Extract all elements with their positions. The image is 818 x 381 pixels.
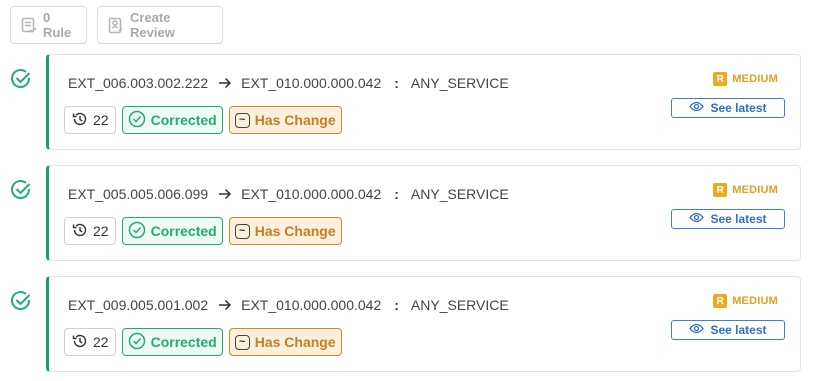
rule-card[interactable]: EXT_005.005.006.099 EXT_010.000.000.042 … [46,165,801,261]
check-circle-icon [10,68,32,95]
eye-icon [689,323,705,337]
eye-icon [689,212,705,226]
corrected-label: Corrected [150,112,217,128]
severity-letter: R [713,294,728,308]
route: EXT_009.005.001.002 EXT_010.000.000.042 … [68,297,509,313]
history-icon [72,333,88,352]
severity-letter: R [713,183,728,197]
source-address: EXT_006.003.002.222 [68,75,209,91]
rule-icon [21,17,37,34]
has-change-label: Has Change [254,112,336,128]
corrected-badge: Corrected [121,106,223,134]
route: EXT_005.005.006.099 EXT_010.000.000.042 … [68,186,509,202]
severity-label: MEDIUM [732,295,778,307]
has-change-label: Has Change [254,223,336,239]
check-circle-icon [128,332,146,353]
destination-address: EXT_010.000.000.042 [241,75,382,91]
has-change-label: Has Change [254,334,336,350]
check-circle-icon [10,179,32,206]
see-latest-label: See latest [710,323,767,337]
rule-button[interactable]: 0 Rule [10,6,87,44]
history-icon [72,222,88,241]
rule-row: EXT_006.003.002.222 EXT_010.000.000.042 … [0,54,818,150]
history-icon [72,111,88,130]
create-review-button[interactable]: Create Review [97,6,223,44]
rule-row: EXT_009.005.001.002 EXT_010.000.000.042 … [0,276,818,372]
toolbar: 0 Rule Create Review [10,6,223,44]
see-latest-label: See latest [710,101,767,115]
corrected-label: Corrected [150,334,217,350]
destination-address: EXT_010.000.000.042 [241,297,382,313]
rule-row: EXT_005.005.006.099 EXT_010.000.000.042 … [0,165,818,261]
history-count-badge[interactable]: 22 [64,106,116,134]
see-latest-button[interactable]: See latest [671,98,785,118]
see-latest-label: See latest [710,212,767,226]
review-icon [108,17,124,34]
source-address: EXT_009.005.001.002 [68,297,209,313]
badges: 22 Corrected ~ Has Change [64,328,342,356]
severity-indicator: R MEDIUM [713,183,778,197]
arrow-right-icon [218,77,232,89]
severity-indicator: R MEDIUM [713,72,778,86]
eye-icon [689,101,705,115]
check-circle-icon [128,110,146,131]
severity-label: MEDIUM [732,73,778,85]
create-review-label: Create Review [130,10,175,40]
source-address: EXT_005.005.006.099 [68,186,209,202]
check-circle-icon [128,221,146,242]
rule-card[interactable]: EXT_009.005.001.002 EXT_010.000.000.042 … [46,276,801,372]
has-change-badge: ~ Has Change [228,106,342,134]
rule-card[interactable]: EXT_006.003.002.222 EXT_010.000.000.042 … [46,54,801,150]
history-count: 22 [93,112,109,128]
corrected-badge: Corrected [121,328,223,356]
has-change-badge: ~ Has Change [228,217,342,245]
destination-address: EXT_010.000.000.042 [241,186,382,202]
history-count: 22 [93,223,109,239]
severity-indicator: R MEDIUM [713,294,778,308]
badges: 22 Corrected ~ Has Change [64,106,342,134]
service-name: ANY_SERVICE [410,297,509,313]
arrow-right-icon [218,299,232,311]
has-change-badge: ~ Has Change [228,328,342,356]
severity-label: MEDIUM [732,184,778,196]
history-count-badge[interactable]: 22 [64,217,116,245]
tilde-icon: ~ [234,334,250,350]
tilde-icon: ~ [234,112,250,128]
arrow-right-icon [218,188,232,200]
check-circle-icon [10,290,32,317]
service-name: ANY_SERVICE [410,186,509,202]
history-count: 22 [93,334,109,350]
route: EXT_006.003.002.222 EXT_010.000.000.042 … [68,75,509,91]
severity-letter: R [713,72,728,86]
service-name: ANY_SERVICE [410,75,509,91]
rule-button-label: 0 Rule [43,10,72,40]
badges: 22 Corrected ~ Has Change [64,217,342,245]
see-latest-button[interactable]: See latest [671,320,785,340]
corrected-badge: Corrected [121,217,223,245]
tilde-icon: ~ [234,223,250,239]
corrected-label: Corrected [150,223,217,239]
see-latest-button[interactable]: See latest [671,209,785,229]
history-count-badge[interactable]: 22 [64,328,116,356]
